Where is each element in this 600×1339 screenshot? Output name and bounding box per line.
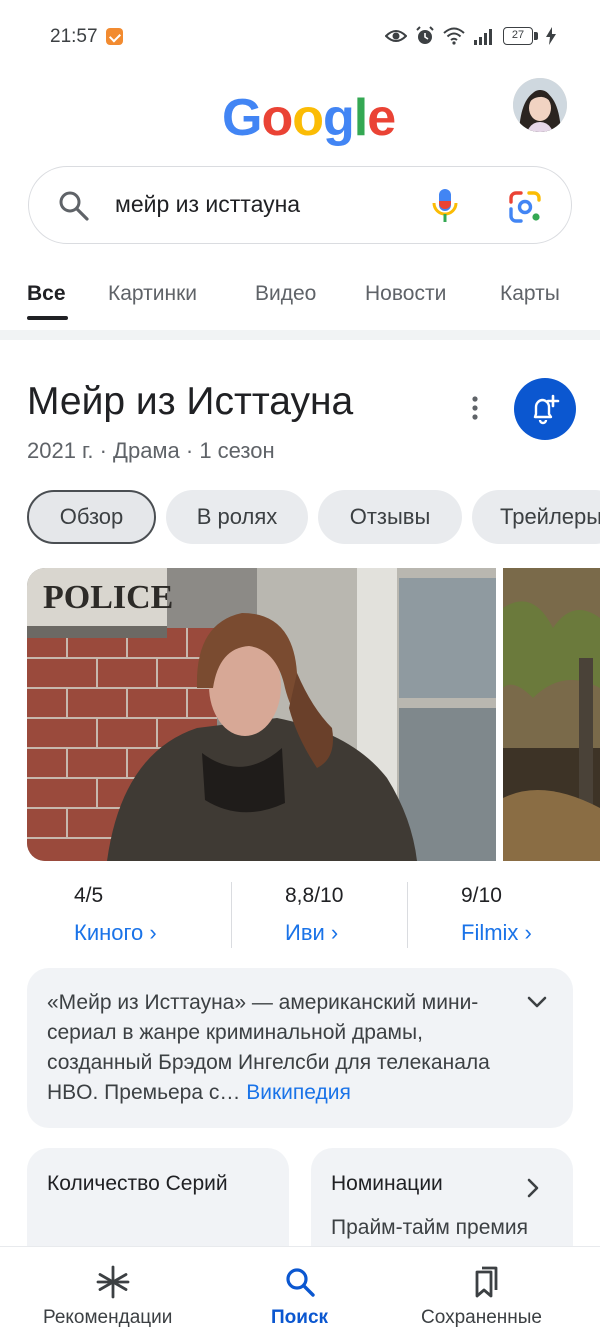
police-sign-text: POLICE bbox=[43, 579, 173, 616]
app-notification-icon bbox=[106, 28, 123, 45]
search-tabs: Все Картинки Видео Новости Карты bbox=[0, 262, 600, 330]
rating-source-link[interactable]: Иви › bbox=[285, 920, 343, 946]
tab-videos[interactable]: Видео bbox=[255, 282, 316, 306]
logo-letter: G bbox=[222, 89, 262, 147]
tab-news[interactable]: Новости bbox=[365, 282, 446, 306]
search-input[interactable]: мейр из исттауна bbox=[115, 191, 300, 218]
rating-score: 4/5 bbox=[74, 884, 104, 907]
nav-label: Поиск bbox=[271, 1307, 329, 1328]
signal-icon bbox=[474, 29, 492, 45]
rating-ivi[interactable]: 8,8/10 Иви › bbox=[285, 884, 343, 946]
description-card[interactable]: «Мейр из Исттауна» — американский мини-с… bbox=[27, 968, 573, 1128]
charging-icon bbox=[546, 27, 556, 45]
show-metadata: 2021 г. · Драма · 1 сезон bbox=[27, 438, 275, 463]
rating-kinogo[interactable]: 4/5 Киного › bbox=[74, 884, 157, 946]
logo-letter: e bbox=[367, 89, 396, 147]
nav-recommendations[interactable]: Рекомендации bbox=[0, 1247, 226, 1339]
status-time: 21:57 bbox=[50, 26, 98, 47]
rating-divider bbox=[231, 882, 232, 948]
avatar-image bbox=[513, 78, 567, 132]
search-bar[interactable]: мейр из исттауна bbox=[28, 166, 572, 244]
chip-trailers[interactable]: Трейлеры bbox=[472, 490, 600, 544]
rating-filmix[interactable]: 9/10 Filmix › bbox=[461, 884, 532, 946]
bell-plus-icon bbox=[533, 394, 560, 425]
alarm-icon bbox=[416, 26, 434, 44]
battery-indicator: 27 bbox=[503, 27, 533, 45]
add-alert-button[interactable] bbox=[514, 378, 576, 440]
rating-divider bbox=[407, 882, 408, 948]
show-image-main[interactable]: POLICE bbox=[27, 568, 496, 861]
wifi-icon bbox=[443, 27, 465, 45]
description-text: «Мейр из Исттауна» — американский мини-с… bbox=[47, 988, 517, 1108]
chevron-down-icon[interactable] bbox=[525, 990, 549, 1014]
chip-overview[interactable]: Обзор bbox=[27, 490, 156, 544]
show-still-image: POLICE bbox=[27, 568, 496, 861]
show-still-image-2 bbox=[503, 568, 600, 861]
show-image-secondary[interactable] bbox=[503, 568, 600, 861]
ratings-row: 4/5 Киного › 8,8/10 Иви › 9/10 Filmix › bbox=[0, 878, 600, 950]
tab-all[interactable]: Все bbox=[27, 282, 66, 306]
nominations-card-title: Номинации bbox=[331, 1172, 443, 1195]
chip-reviews[interactable]: Отзывы bbox=[318, 490, 462, 544]
status-bar: 21:57 27 bbox=[0, 0, 600, 74]
wikipedia-link[interactable]: Википедия bbox=[246, 1081, 351, 1104]
google-lens-icon[interactable] bbox=[507, 189, 543, 225]
logo-letter: o bbox=[261, 89, 293, 147]
rating-score: 8,8/10 bbox=[285, 884, 344, 907]
logo-letter: g bbox=[322, 89, 355, 147]
account-avatar[interactable] bbox=[513, 78, 567, 132]
chevron-right-icon[interactable] bbox=[521, 1176, 545, 1200]
rating-source-link[interactable]: Filmix › bbox=[461, 920, 532, 946]
tab-images[interactable]: Картинки bbox=[108, 282, 197, 306]
logo-letter: o bbox=[292, 89, 324, 147]
logo-letter: l bbox=[353, 89, 368, 147]
rating-source-link[interactable]: Киного › bbox=[74, 920, 157, 946]
panel-chips: Обзор В ролях Отзывы Трейлеры bbox=[0, 490, 600, 544]
status-icons: 27 bbox=[385, 24, 556, 48]
search-icon bbox=[286, 1268, 315, 1297]
tab-maps[interactable]: Карты bbox=[500, 282, 560, 306]
asterisk-icon bbox=[96, 1265, 130, 1299]
section-divider bbox=[0, 330, 600, 340]
eye-icon bbox=[385, 30, 407, 42]
page-title: Мейр из Исттауна bbox=[27, 380, 354, 423]
rating-score: 9/10 bbox=[461, 884, 502, 907]
nav-label: Сохраненные bbox=[421, 1307, 542, 1328]
chip-cast[interactable]: В ролях bbox=[166, 490, 308, 544]
more-options-icon[interactable] bbox=[466, 394, 484, 422]
battery-tip bbox=[534, 32, 538, 40]
active-tab-indicator bbox=[27, 316, 68, 320]
microphone-icon[interactable] bbox=[431, 187, 459, 225]
nav-search[interactable]: Поиск bbox=[226, 1247, 374, 1339]
google-logo[interactable]: Google bbox=[222, 88, 396, 148]
bottom-navigation: Рекомендации Поиск Сохраненные bbox=[0, 1246, 600, 1339]
nav-label: Рекомендации bbox=[43, 1307, 173, 1328]
bookmarks-icon bbox=[475, 1266, 498, 1298]
nav-saved[interactable]: Сохраненные bbox=[374, 1247, 600, 1339]
episodes-card-title: Количество Серий bbox=[47, 1172, 228, 1195]
nominations-card-body: Прайм-тайм премия bbox=[331, 1216, 528, 1239]
search-icon[interactable] bbox=[57, 189, 91, 223]
